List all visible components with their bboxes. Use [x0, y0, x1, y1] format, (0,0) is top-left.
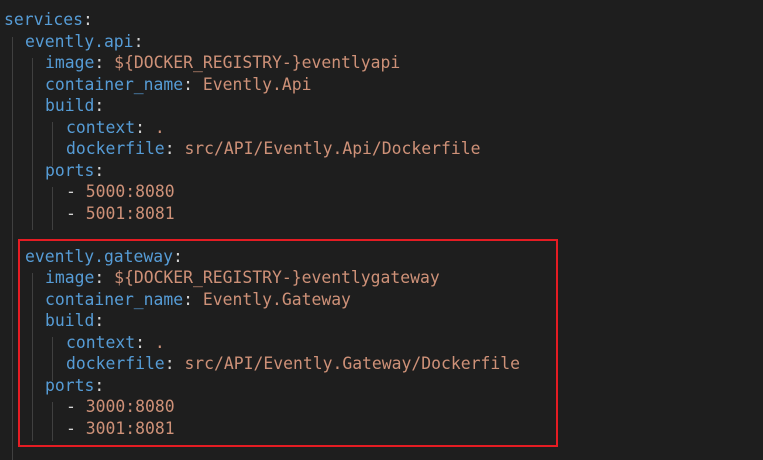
indent-guide — [32, 58, 33, 230]
yaml-key: dockerfile — [66, 354, 165, 373]
indent-guide — [52, 187, 53, 230]
yaml-key: services — [4, 10, 83, 29]
yaml-colon: : — [94, 376, 105, 395]
yaml-colon: : — [164, 139, 185, 158]
indent-guide — [52, 402, 53, 441]
indent-guide — [32, 273, 33, 441]
yaml-value: 3000:8080 — [85, 397, 175, 416]
yaml-value: 5001:8081 — [85, 204, 175, 223]
yaml-colon: : — [183, 290, 203, 309]
indent-guide — [12, 37, 13, 460]
yaml-colon: : — [94, 311, 105, 330]
code-line-services: services: — [4, 9, 93, 31]
yaml-dash: - — [66, 419, 86, 438]
yaml-key: context — [66, 333, 136, 352]
yaml-key: container_name — [45, 290, 184, 309]
code-line-container-name: container_name: Evently.Gateway — [45, 289, 351, 311]
yaml-colon: : — [82, 10, 93, 29]
yaml-value: . — [154, 118, 165, 137]
yaml-value: ${DOCKER_REGISTRY-}eventlygateway — [114, 268, 440, 287]
yaml-value: . — [154, 333, 165, 352]
code-line-port-item: - 5000:8080 — [66, 181, 175, 203]
yaml-key: context — [66, 118, 136, 137]
yaml-key: evently.api — [25, 32, 134, 51]
code-editor[interactable]: services: evently.api: image: ${DOCKER_R… — [0, 0, 763, 460]
yaml-colon: : — [135, 118, 155, 137]
yaml-key: evently.gateway — [25, 247, 174, 266]
yaml-colon: : — [173, 247, 183, 266]
yaml-value: ${DOCKER_REGISTRY-}eventlyapi — [114, 53, 401, 72]
yaml-dash: - — [66, 204, 86, 223]
yaml-key: ports — [45, 161, 95, 180]
code-line-port-item: - 3000:8080 — [66, 396, 175, 418]
code-line-service-name: evently.gateway: — [25, 246, 183, 268]
yaml-colon: : — [133, 32, 144, 51]
yaml-value: Evently.Gateway — [202, 290, 351, 309]
yaml-colon: : — [94, 161, 105, 180]
yaml-value: Evently.Api — [202, 75, 312, 94]
yaml-key: image — [45, 268, 95, 287]
yaml-dash: - — [66, 182, 86, 201]
code-line-build: build: — [45, 310, 104, 332]
code-line-build: build: — [45, 95, 104, 117]
yaml-colon: : — [94, 268, 115, 287]
yaml-key: dockerfile — [66, 139, 165, 158]
yaml-colon: : — [164, 354, 185, 373]
yaml-value: 5000:8080 — [85, 182, 175, 201]
yaml-key: ports — [45, 376, 95, 395]
yaml-colon: : — [94, 96, 105, 115]
yaml-key: image — [45, 53, 95, 72]
code-line-port-item: - 5001:8081 — [66, 203, 175, 225]
yaml-dash: - — [66, 397, 86, 416]
yaml-colon: : — [94, 53, 115, 72]
code-line-context: context: . — [66, 117, 165, 139]
yaml-colon: : — [135, 333, 155, 352]
yaml-value: src/API/Evently.Gateway/Dockerfile — [184, 354, 520, 373]
code-line-container-name: container_name: Evently.Api — [45, 74, 311, 96]
code-line-dockerfile: dockerfile: src/API/Evently.Gateway/Dock… — [66, 353, 520, 375]
yaml-colon: : — [183, 75, 203, 94]
code-line-port-item: - 3001:8081 — [66, 418, 175, 440]
yaml-value: src/API/Evently.Api/Dockerfile — [184, 139, 481, 158]
code-line-context: context: . — [66, 332, 165, 354]
code-line-image: image: ${DOCKER_REGISTRY-}eventlyapi — [45, 52, 400, 74]
code-line-dockerfile: dockerfile: src/API/Evently.Api/Dockerfi… — [66, 138, 480, 160]
yaml-key: container_name — [45, 75, 184, 94]
code-line-image: image: ${DOCKER_REGISTRY-}eventlygateway — [45, 267, 440, 289]
code-line-ports: ports: — [45, 375, 104, 397]
yaml-value: 3001:8081 — [85, 419, 175, 438]
code-line-service-name: evently.api: — [25, 31, 143, 53]
yaml-key: build — [45, 311, 95, 330]
yaml-key: build — [45, 96, 95, 115]
code-line-ports: ports: — [45, 160, 104, 182]
